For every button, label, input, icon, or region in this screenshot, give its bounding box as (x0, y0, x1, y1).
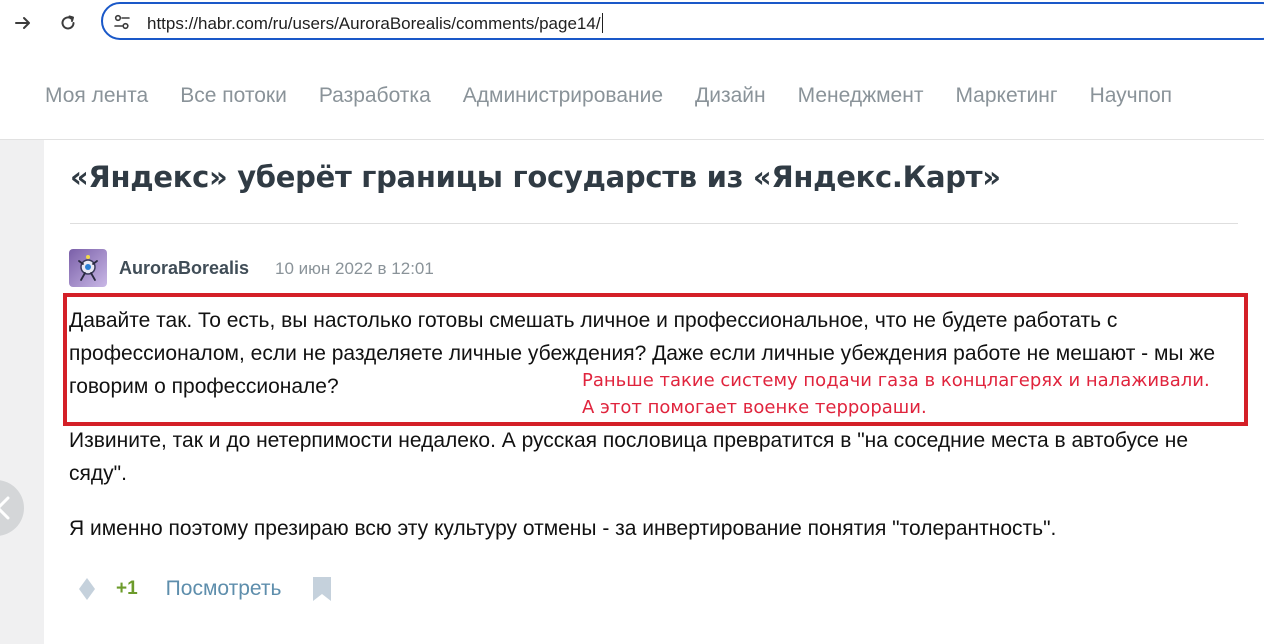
nav-item-design[interactable]: Дизайн (695, 84, 766, 108)
url-text[interactable]: https://habr.com/ru/users/AuroraBorealis… (147, 13, 603, 34)
nav-item-marketing[interactable]: Маркетинг (955, 84, 1057, 108)
score-value: +1 (116, 578, 138, 599)
comment-date[interactable]: 10 июн 2022 в 12:01 (275, 259, 434, 279)
post-title[interactable]: «Яндекс» уберёт границы государств из «Я… (70, 160, 1001, 194)
annotation-note: Раньше такие систему подачи газа в концл… (582, 367, 1210, 421)
nav-item-popular-science[interactable]: Научпоп (1090, 84, 1172, 108)
author-name[interactable]: AuroraBorealis (119, 258, 249, 279)
browser-toolbar: https://habr.com/ru/users/AuroraBorealis… (0, 0, 1264, 52)
text-caret (601, 13, 603, 33)
vote-icon[interactable] (76, 576, 98, 602)
avatar[interactable] (69, 249, 107, 287)
comment-paragraph: Извините, так и до нетерпимости недалеко… (69, 429, 1189, 485)
nav-item-my-feed[interactable]: Моя лента (45, 84, 148, 108)
divider (70, 223, 1238, 224)
nav-list: Моя лента Все потоки Разработка Админист… (45, 84, 1204, 108)
scroll-back-button[interactable] (0, 480, 24, 536)
comment-paragraph: Я именно поэтому презираю всю эту культу… (69, 517, 1057, 540)
annotation-line: А этот помогает военке террораши. (582, 397, 927, 418)
nav-item-management[interactable]: Менеджмент (798, 84, 924, 108)
nav-item-administration[interactable]: Администрирование (463, 84, 663, 108)
site-navigation: Моя лента Все потоки Разработка Админист… (0, 52, 1264, 140)
bookmark-icon[interactable] (311, 576, 333, 602)
view-link[interactable]: Посмотреть (166, 577, 282, 601)
comment-footer: +1 Посмотреть (76, 572, 333, 606)
comment-card: «Яндекс» уберёт границы государств из «Я… (44, 140, 1264, 644)
reload-icon (61, 15, 75, 30)
arrow-right-icon (15, 17, 30, 29)
nav-item-all-streams[interactable]: Все потоки (180, 84, 287, 108)
url-value: https://habr.com/ru/users/AuroraBorealis… (147, 14, 601, 33)
address-bar[interactable]: https://habr.com/ru/users/AuroraBorealis… (101, 2, 1264, 40)
reload-button[interactable] (53, 8, 83, 38)
tune-icon[interactable] (113, 13, 131, 31)
user-avatar-icon (69, 249, 107, 287)
annotation-line: Раньше такие систему подачи газа в концл… (582, 370, 1210, 391)
nav-item-development[interactable]: Разработка (319, 84, 431, 108)
forward-button[interactable] (8, 8, 38, 38)
chevron-left-icon (0, 496, 10, 520)
